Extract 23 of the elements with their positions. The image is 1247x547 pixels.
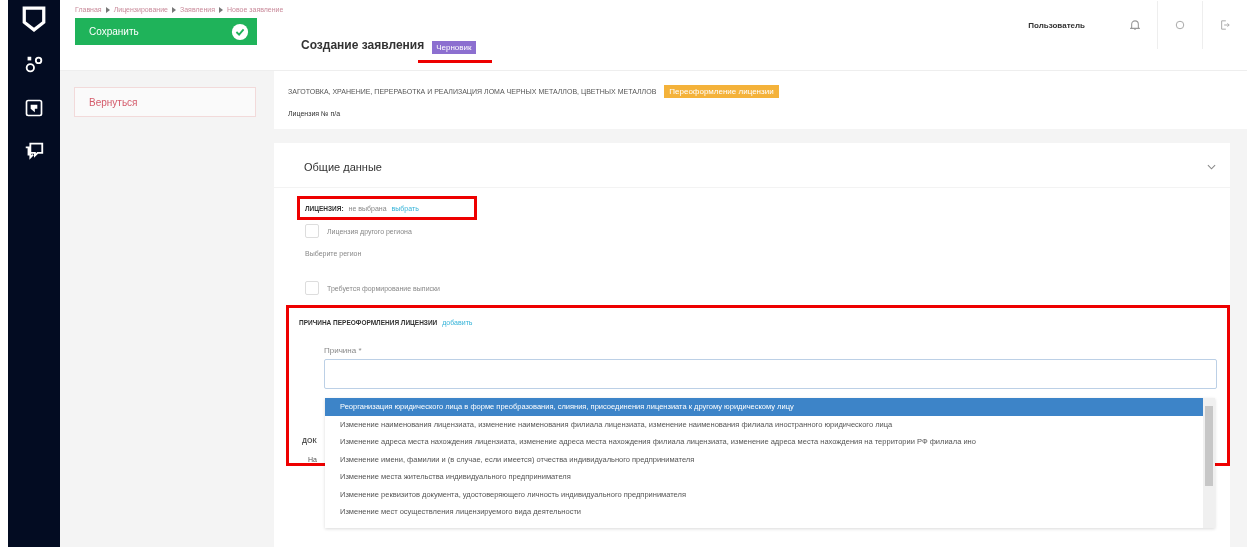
page-title: Создание заявления [301,38,425,52]
document-icon[interactable] [24,98,44,118]
back-button[interactable]: Вернуться [74,87,256,117]
section-title: Общие данные [304,161,382,173]
reason-input-field[interactable] [324,359,1217,389]
shield-logo-icon[interactable] [21,6,47,32]
type-badge: Переоформление лицензии [664,85,779,98]
check-circle-icon [231,22,249,41]
status-badge: Черновик [432,41,476,54]
breadcrumb-separator-icon [219,6,223,13]
circle-icon[interactable] [1175,20,1185,30]
logout-icon[interactable] [1220,19,1230,31]
scrollbar[interactable] [1203,398,1215,528]
checkbox[interactable] [305,281,319,295]
chat-icon[interactable] [23,140,45,162]
breadcrumb-separator-icon [171,6,176,13]
save-button[interactable]: Сохранить [75,18,257,45]
chevron-icon[interactable] [1207,164,1216,170]
checkbox[interactable] [305,224,319,238]
breadcrumb-separator-icon [105,6,110,13]
field-label: Причина * [324,346,363,355]
bell-icon[interactable] [1130,19,1140,31]
user-name[interactable]: Пользователь [1028,20,1085,30]
